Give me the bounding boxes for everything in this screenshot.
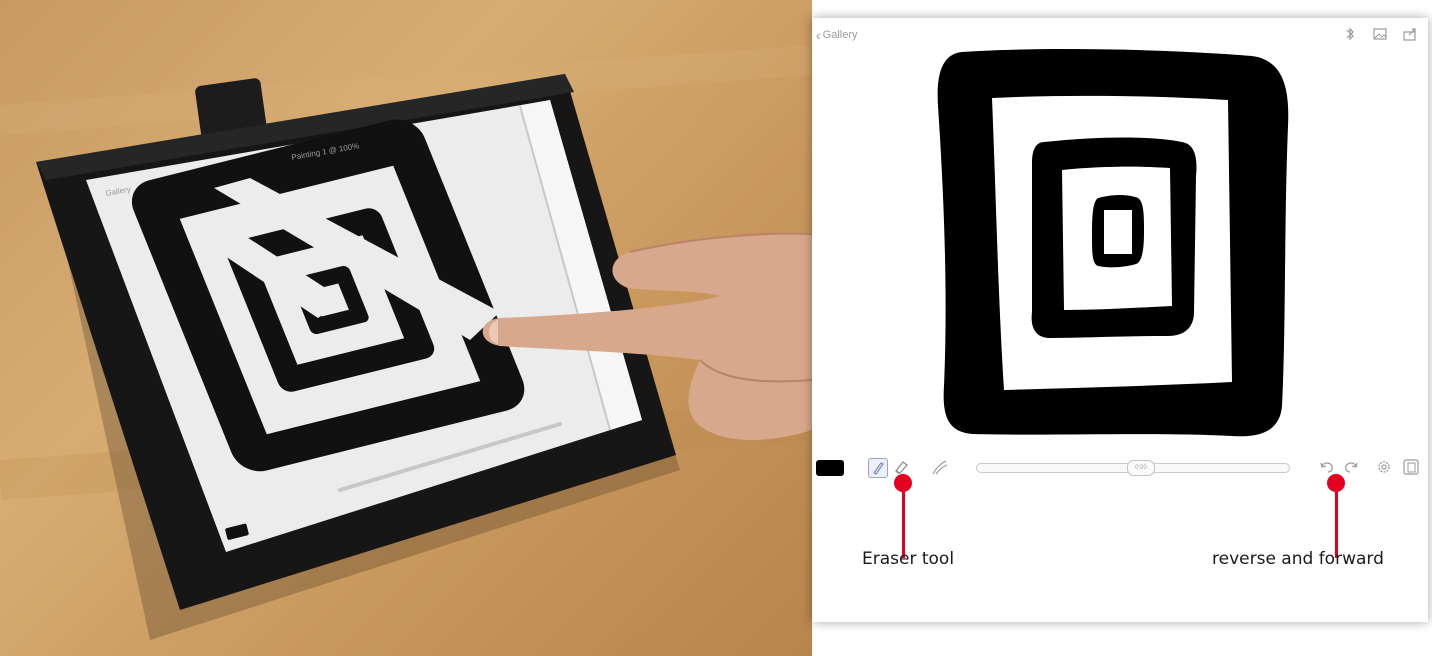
drawing-canvas[interactable]: [932, 46, 1292, 442]
smudge-icon: [932, 460, 948, 475]
tablet-photo-illustration: Painting 1 @ 100% Gallery: [0, 45, 812, 640]
top-toolbar: [1342, 26, 1418, 42]
layers-button[interactable]: [1402, 458, 1420, 476]
timeline-handle[interactable]: 0:00: [1127, 460, 1155, 476]
settings-icon: [1378, 461, 1390, 473]
reverse-forward-annotation: reverse and forward: [1212, 549, 1384, 569]
layers-icon: [1403, 459, 1419, 475]
settings-button[interactable]: [1376, 459, 1392, 475]
redo-button[interactable]: [1342, 458, 1360, 476]
image-icon[interactable]: [1372, 26, 1388, 42]
bluetooth-icon[interactable]: [1342, 26, 1358, 42]
redo-icon: [1345, 462, 1358, 473]
eraser-annotation: Eraser tool: [862, 549, 955, 569]
eraser-marker-line: [902, 488, 905, 558]
share-icon[interactable]: [1402, 26, 1418, 42]
tablet-photo: Painting 1 @ 100% Gallery: [0, 0, 812, 656]
smudge-tool-button[interactable]: [930, 458, 950, 478]
gallery-back-button[interactable]: ‹ Gallery: [816, 28, 858, 42]
brush-icon: [873, 462, 884, 475]
reverse-forward-marker-line: [1335, 488, 1338, 558]
color-swatch[interactable]: [816, 460, 844, 476]
chevron-left-icon: ‹: [816, 27, 821, 43]
gallery-back-label: Gallery: [822, 29, 858, 41]
timeline-label: 0:00: [1135, 465, 1147, 471]
brush-tool-button[interactable]: [868, 458, 888, 478]
history-timeline-slider[interactable]: 0:00: [976, 460, 1290, 476]
